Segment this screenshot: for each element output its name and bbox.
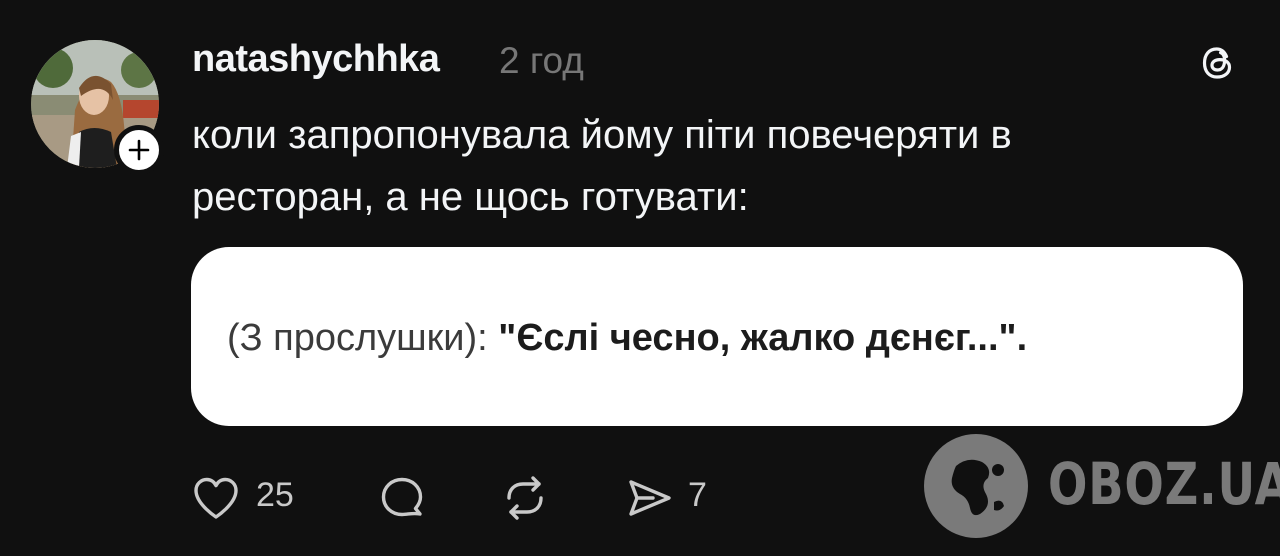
comment-icon[interactable]	[376, 472, 428, 524]
repost-icon[interactable]	[499, 472, 551, 524]
follow-button[interactable]	[114, 125, 164, 175]
plus-icon	[128, 139, 150, 161]
username[interactable]: natashychhka	[192, 38, 440, 81]
shares-count: 7	[688, 476, 707, 514]
quote-image[interactable]: (З прослушки): "Єслі чесно, жалко дєнєг.…	[191, 247, 1243, 426]
threads-logo-icon[interactable]	[1196, 41, 1240, 85]
watermark: OBOZ.UA	[922, 432, 1280, 540]
likes-count: 25	[256, 476, 294, 514]
quote-quoted: "Єслі чесно, жалко дєнєг...".	[498, 317, 1028, 359]
threads-post: natashychhka 2 год коли запропонувала йо…	[0, 0, 1280, 556]
watermark-text: OBOZ.UA	[1048, 450, 1280, 518]
heart-icon[interactable]	[190, 472, 242, 524]
globe-logo-icon	[924, 434, 1028, 538]
quote-text: (З прослушки): "Єслі чесно, жалко дєнєг.…	[227, 317, 1027, 360]
share-icon[interactable]	[623, 472, 675, 524]
post-time: 2 год	[499, 40, 584, 81]
post-text: коли запропонувала йому піти повечеряти …	[192, 113, 1012, 219]
quote-prefix: (З прослушки):	[227, 317, 499, 359]
